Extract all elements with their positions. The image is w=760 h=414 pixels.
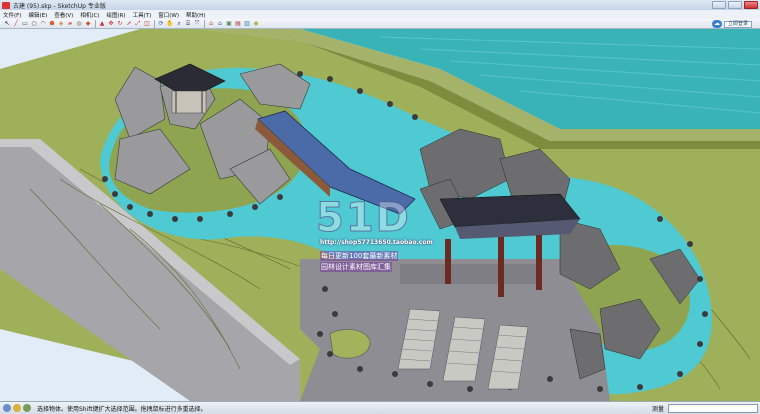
make-component-icon[interactable]: ◈ xyxy=(57,20,65,28)
tape-measure-icon[interactable]: ◍ xyxy=(75,20,83,28)
extension-icon[interactable]: ◉ xyxy=(252,20,260,28)
menu-help[interactable]: 帮助(H) xyxy=(186,11,205,19)
credits-icon[interactable] xyxy=(13,404,21,412)
rectangle-icon[interactable]: ▭ xyxy=(21,20,29,28)
line-icon[interactable]: ╱ xyxy=(12,20,20,28)
status-icons xyxy=(3,404,31,412)
menu-tools[interactable]: 工具(T) xyxy=(133,11,152,19)
menu-camera[interactable]: 相机(C) xyxy=(80,11,99,19)
menu-bar: 文件(F) 编辑(E) 查看(V) 相机(C) 绘图(R) 工具(T) 窗口(W… xyxy=(0,10,760,19)
zoom-extents-icon[interactable]: ⤧ xyxy=(193,20,201,28)
extension-warehouse-icon[interactable]: ▤ xyxy=(234,20,242,28)
status-hint: 选择物体。使用Shift键扩大选择范围。拖拽鼠标进行多重选择。 xyxy=(37,405,207,413)
eraser-icon[interactable]: ▰ xyxy=(66,20,74,28)
measurements-input[interactable] xyxy=(668,404,758,413)
scale-icon[interactable]: ⤢ xyxy=(134,20,142,28)
login-button[interactable]: 立即登录 xyxy=(723,20,752,28)
offset-icon[interactable]: ◫ xyxy=(143,20,151,28)
account-area: ☁ 立即登录 xyxy=(711,20,752,28)
follow-me-icon[interactable]: ➚ xyxy=(125,20,133,28)
window-controls xyxy=(712,1,758,9)
window-title: 古建 (95).skp - SketchUp 专业版 xyxy=(13,2,106,10)
geo-location-icon[interactable] xyxy=(3,404,11,412)
get-models-icon[interactable]: ⌂ xyxy=(207,20,215,28)
circle-icon[interactable]: ○ xyxy=(30,20,38,28)
polygon-icon[interactable]: ⬟ xyxy=(48,20,56,28)
layout-icon[interactable]: ▥ xyxy=(243,20,251,28)
toolbar-separator xyxy=(154,19,155,28)
rotate-icon[interactable]: ↻ xyxy=(116,20,124,28)
model-viewport[interactable]: 51D http://shop57713650.taobao.com 每日更新1… xyxy=(0,29,760,401)
measurements-label: 测量 xyxy=(652,405,665,413)
menu-edit[interactable]: 编辑(E) xyxy=(28,11,47,19)
arc-icon[interactable]: ◠ xyxy=(39,20,47,28)
pan-icon[interactable]: ✋ xyxy=(166,20,174,28)
toolbar-separator xyxy=(95,19,96,28)
menu-view[interactable]: 查看(V) xyxy=(54,11,73,19)
share-model-icon[interactable]: ⌂ xyxy=(216,20,224,28)
close-button[interactable] xyxy=(744,1,758,9)
move-icon[interactable]: ✥ xyxy=(107,20,115,28)
orbit-icon[interactable]: ⟳ xyxy=(157,20,165,28)
zoom-window-icon[interactable]: ⌸ xyxy=(184,20,192,28)
user-icon[interactable] xyxy=(23,404,31,412)
sketchup-app-icon xyxy=(2,1,10,9)
gate-pillar xyxy=(445,239,451,284)
zoom-icon[interactable]: ⌕ xyxy=(175,20,183,28)
push-pull-icon[interactable]: ▲ xyxy=(98,20,106,28)
gate-pillar xyxy=(536,235,542,290)
gate-pillar xyxy=(498,237,504,297)
main-toolbar: ↖ ╱ ▭ ○ ◠ ⬟ ◈ ▰ ◍ ◆ ▲ ✥ ↻ ➚ ⤢ ◫ ⟳ ✋ ⌕ ⌸ … xyxy=(0,19,760,29)
status-bar: 选择物体。使用Shift键扩大选择范围。拖拽鼠标进行多重选择。 测量 xyxy=(0,401,760,414)
menu-window[interactable]: 窗口(W) xyxy=(158,11,179,19)
cloud-icon: ☁ xyxy=(711,20,722,28)
share-component-icon[interactable]: ▣ xyxy=(225,20,233,28)
maximize-button[interactable] xyxy=(728,1,742,9)
menu-draw[interactable]: 绘图(R) xyxy=(106,11,125,19)
select-arrow-icon[interactable]: ↖ xyxy=(3,20,11,28)
toolbar-separator xyxy=(204,19,205,28)
title-bar: 古建 (95).skp - SketchUp 专业版 xyxy=(0,0,760,10)
scene-drawing xyxy=(0,29,760,401)
minimize-button[interactable] xyxy=(712,1,726,9)
plaza-step xyxy=(400,264,540,284)
paint-bucket-icon[interactable]: ◆ xyxy=(84,20,92,28)
menu-file[interactable]: 文件(F) xyxy=(3,11,21,19)
pavilion-base xyxy=(171,90,207,114)
